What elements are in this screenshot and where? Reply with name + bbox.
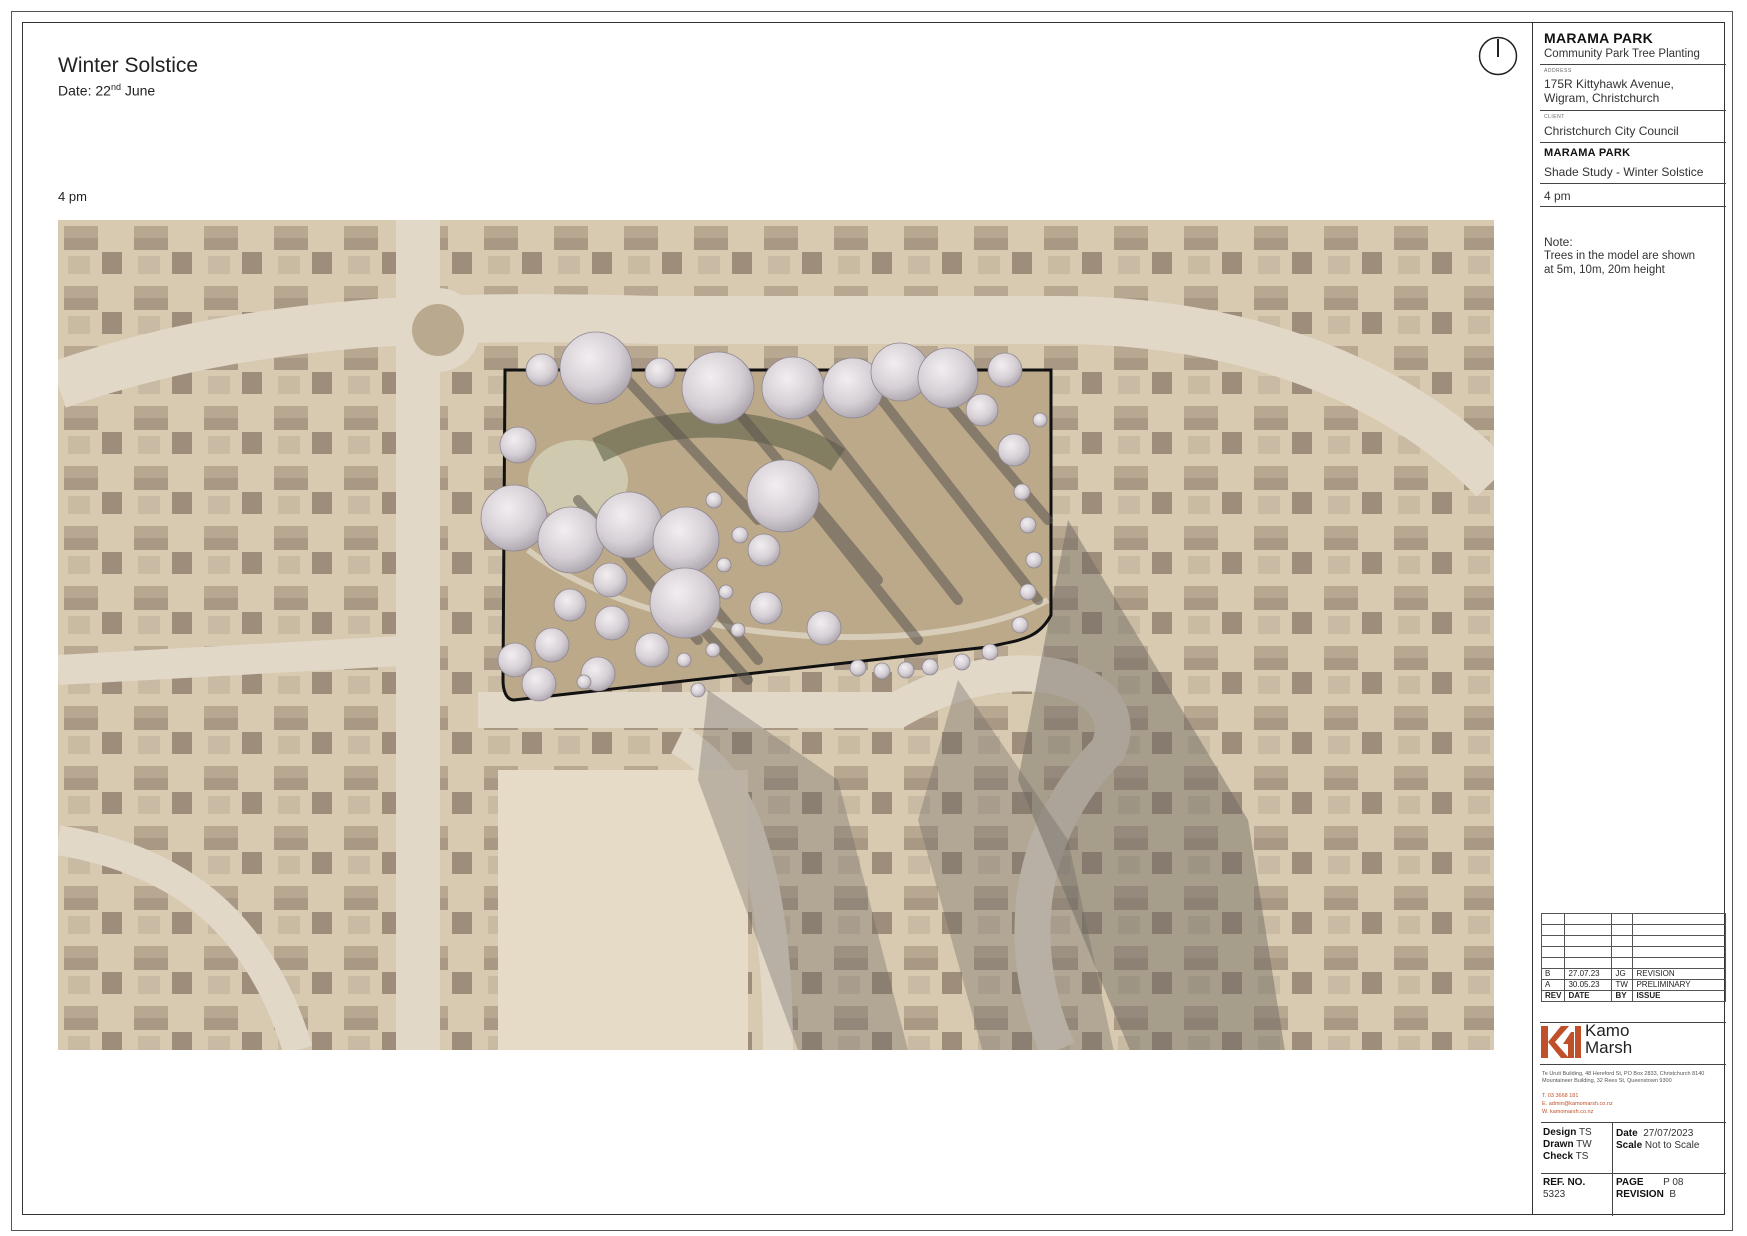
company-name: Kamo Marsh <box>1585 1022 1632 1056</box>
table-row <box>1540 924 1726 936</box>
project-subtitle: Community Park Tree Planting <box>1544 48 1700 60</box>
grid-line <box>1612 1123 1613 1216</box>
check-field: Check TS <box>1543 1151 1588 1163</box>
scale-value: Not to Scale <box>1644 1140 1700 1151</box>
company-email: E. admin@kamomarsh.co.nz <box>1542 1101 1613 1107</box>
company-address1: Te Uruti Building, 48 Hereford St, PO Bo… <box>1542 1071 1705 1077</box>
table-row: B 27.07.23 JG REVISION <box>1540 968 1726 980</box>
rev-cell: A <box>1540 979 1566 991</box>
client-caption: CLIENT <box>1544 114 1565 120</box>
date-field: Date 27/07/2023 <box>1616 1128 1693 1140</box>
drawing-title: Shade Study - Winter Solstice <box>1544 165 1704 179</box>
drawing-info-grid: Design TS Drawn TW Check TS Date 27/07/2… <box>1541 1122 1726 1216</box>
sheet-date: Date: 22nd June <box>58 82 155 99</box>
company-name-line2: Marsh <box>1585 1038 1633 1057</box>
client-name: Christchurch City Council <box>1544 124 1679 138</box>
note-title: Note: <box>1544 235 1573 249</box>
divider <box>1540 110 1726 111</box>
table-row <box>1540 935 1726 947</box>
scale-field: Scale Not to Scale <box>1616 1140 1699 1152</box>
drawing-time: 4 pm <box>1544 189 1571 203</box>
date-prefix: Date: 22 <box>58 82 111 99</box>
divider <box>1540 183 1726 184</box>
rev-cell: B <box>1540 968 1566 980</box>
divider <box>1540 64 1726 65</box>
project-name: MARAMA PARK <box>1544 30 1654 46</box>
table-row <box>1540 957 1726 969</box>
issue-cell: PRELIMINARY <box>1632 979 1726 991</box>
page-label: PAGE <box>1616 1177 1644 1188</box>
date-header: DATE <box>1564 990 1613 1002</box>
company-phone: T. 03 3668 181 <box>1542 1093 1579 1099</box>
grid-line <box>1541 1173 1726 1174</box>
time-label: 4 pm <box>58 189 87 204</box>
date-cell: 27.07.23 <box>1564 968 1613 980</box>
design-label: Design <box>1543 1127 1577 1138</box>
north-arrow-icon <box>1478 36 1518 76</box>
drawn-label: Drawn <box>1543 1139 1574 1150</box>
issue-cell: REVISION <box>1632 968 1726 980</box>
note-line1: Trees in the model are shown <box>1544 250 1696 262</box>
divider <box>1540 206 1726 207</box>
ref-label: REF. NO. <box>1543 1177 1586 1188</box>
check-value: TS <box>1575 1151 1589 1162</box>
divider <box>1540 1022 1726 1023</box>
check-label: Check <box>1543 1151 1574 1162</box>
page-field: PAGE P 08 <box>1616 1177 1683 1189</box>
table-header-row: REV DATE BY ISSUE <box>1540 990 1726 1002</box>
revision-table: B 27.07.23 JG REVISION A 30.05.23 TW PRE… <box>1540 913 1726 1002</box>
drawn-field: Drawn TW <box>1543 1139 1592 1151</box>
ref-field: REF. NO. 5323 <box>1543 1177 1585 1201</box>
by-cell: TW <box>1611 979 1634 991</box>
date-suffix: June <box>120 82 156 99</box>
aerial-shade-map <box>58 220 1494 1050</box>
table-row <box>1540 946 1726 958</box>
revision-field: REVISION B <box>1616 1189 1676 1201</box>
by-header: BY <box>1611 990 1634 1002</box>
revision-value: B <box>1669 1189 1677 1200</box>
by-cell: JG <box>1611 968 1634 980</box>
rev-header: REV <box>1540 990 1566 1002</box>
company-address2: Mountaineer Building, 32 Rees St, Queens… <box>1542 1078 1672 1084</box>
address-line2: Wigram, Christchurch <box>1544 91 1660 105</box>
table-row <box>1540 913 1726 925</box>
address-caption: ADDRESS <box>1544 68 1572 74</box>
table-row: A 30.05.23 TW PRELIMINARY <box>1540 979 1726 991</box>
sheet-title: Winter Solstice <box>58 54 199 77</box>
page-value: P 08 <box>1663 1177 1684 1188</box>
divider <box>1540 1064 1726 1065</box>
kamo-marsh-logo-icon <box>1541 1026 1581 1058</box>
ref-value: 5323 <box>1543 1189 1566 1200</box>
drawn-value: TW <box>1576 1139 1592 1150</box>
company-name-line1: Kamo <box>1585 1021 1630 1040</box>
date-sup: nd <box>110 82 121 92</box>
revision-label: REVISION <box>1616 1189 1664 1200</box>
address-line1: 175R Kittyhawk Avenue, <box>1544 77 1674 91</box>
date-value: 27/07/2023 <box>1643 1128 1694 1139</box>
note-line2: at 5m, 10m, 20m height <box>1544 264 1665 276</box>
scale-label: Scale <box>1616 1140 1643 1151</box>
design-value: TS <box>1578 1127 1592 1138</box>
drawing-project: MARAMA PARK <box>1544 147 1631 159</box>
company-web: W. kamomarsh.co.nz <box>1542 1109 1594 1115</box>
date-cell: 30.05.23 <box>1564 979 1613 991</box>
date-label: Date <box>1616 1128 1638 1139</box>
divider <box>1540 142 1726 143</box>
design-field: Design TS <box>1543 1127 1592 1139</box>
issue-header: ISSUE <box>1632 990 1726 1002</box>
